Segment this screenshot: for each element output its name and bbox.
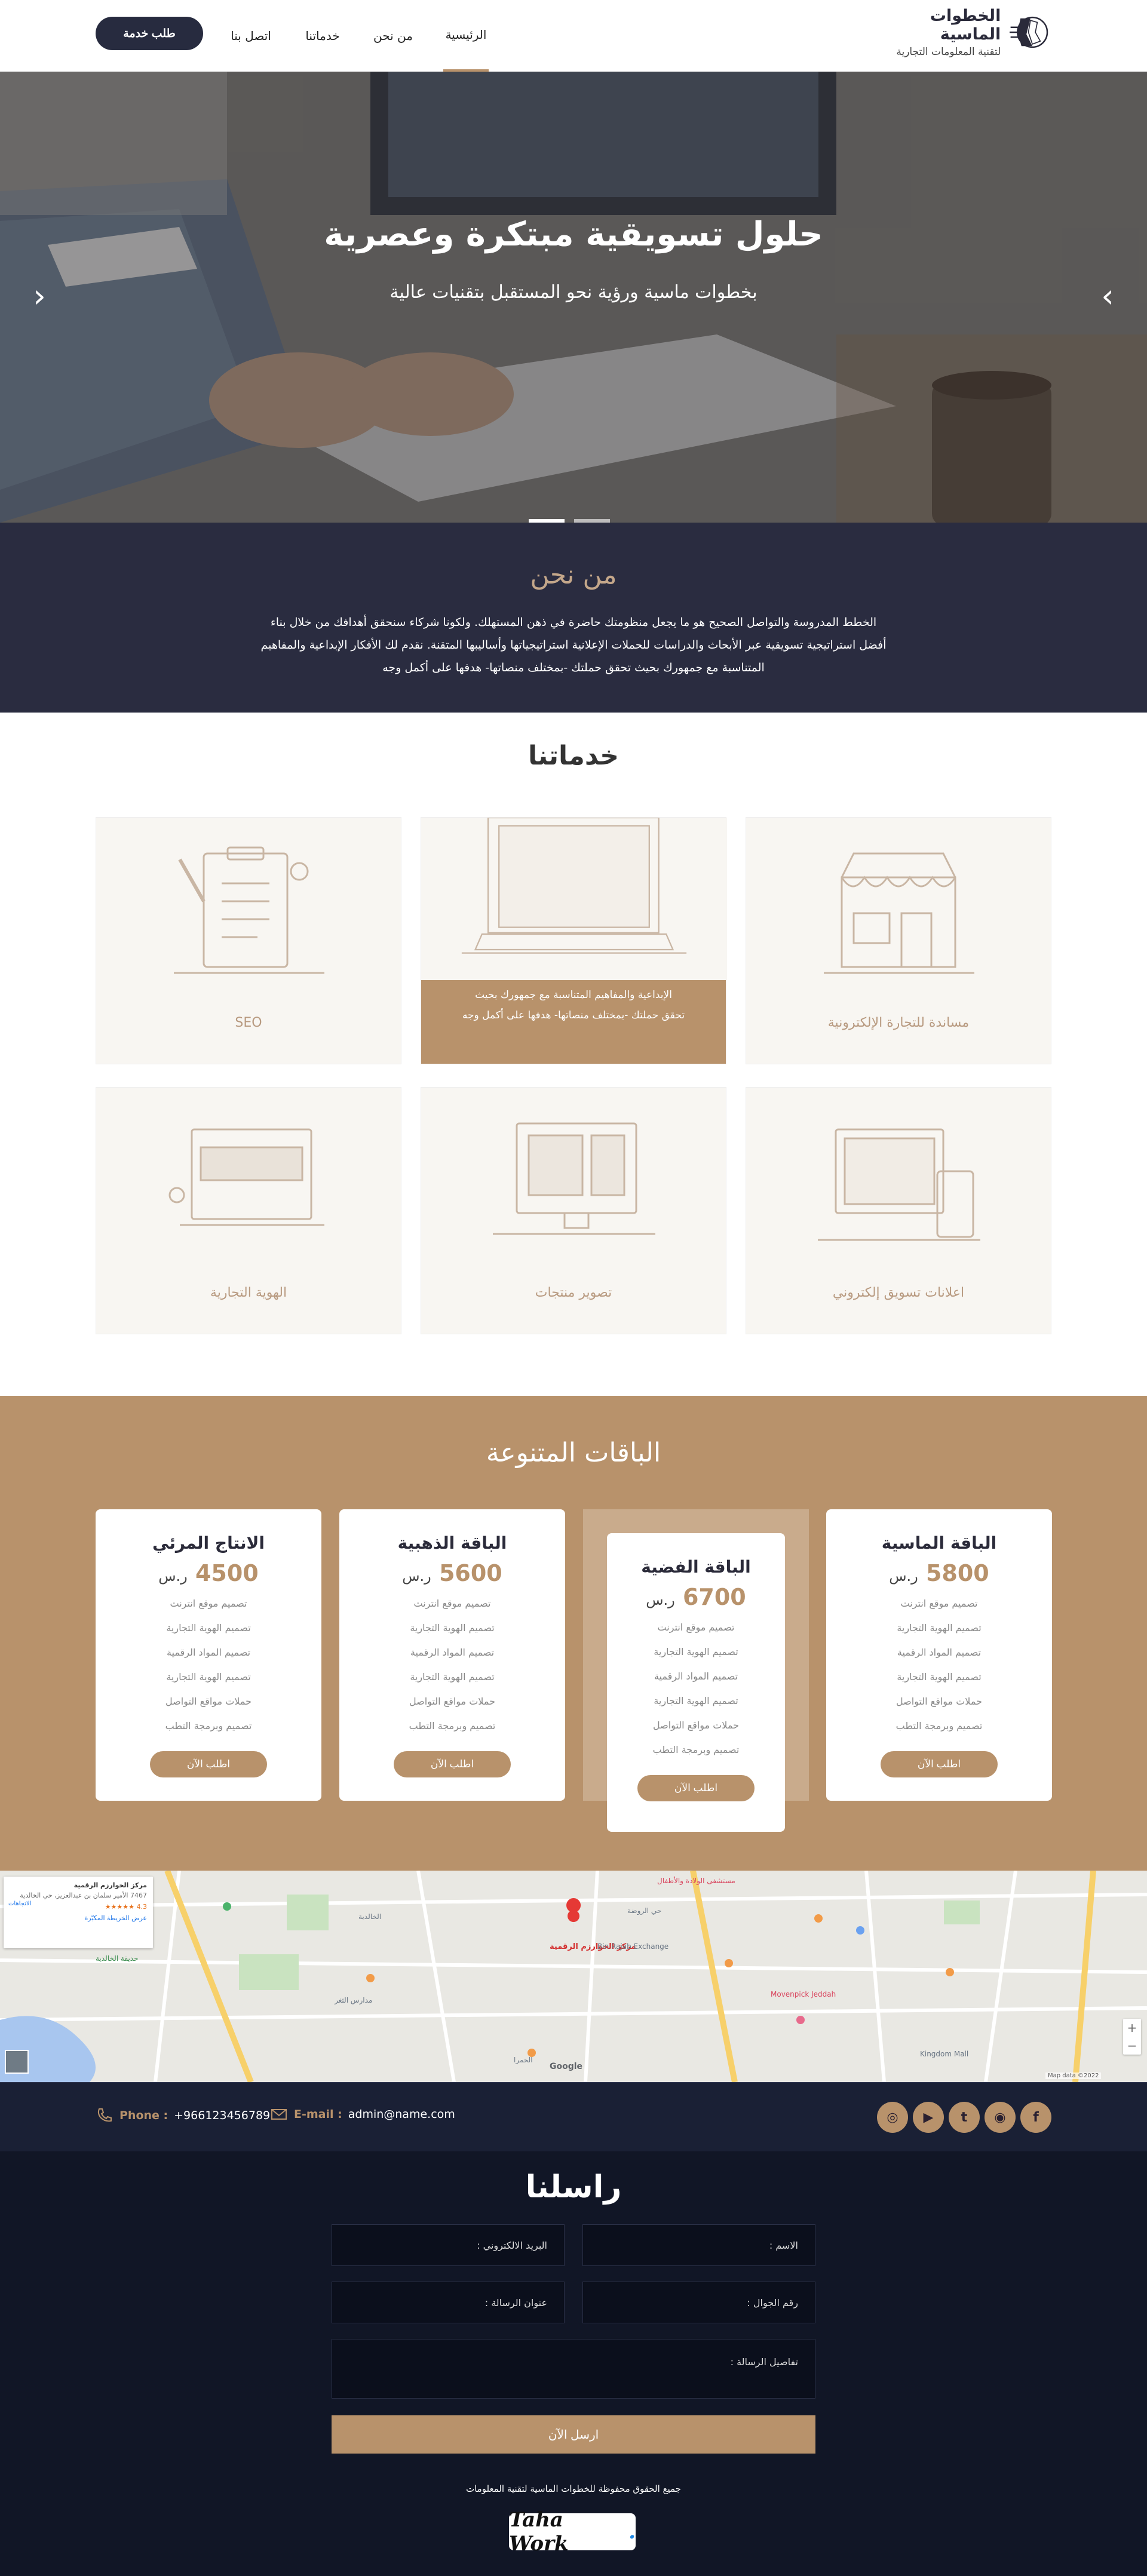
copyright-text: جميع الحقوق محفوظة للخطوات الماسية لتقني… bbox=[465, 2483, 682, 2494]
package-price: 6700 bbox=[682, 1584, 746, 1610]
zoom-in-button[interactable]: + bbox=[1127, 2021, 1137, 2035]
service-label: تصوير منتجات bbox=[535, 1285, 612, 1300]
request-service-button[interactable]: طلب خدمة bbox=[96, 17, 203, 50]
service-card-digital-ads[interactable]: اعلانات تسويق إلكتروني bbox=[746, 1087, 1051, 1334]
checklist-illustration-icon bbox=[174, 846, 324, 974]
zoom-out-button[interactable]: − bbox=[1127, 2038, 1137, 2053]
order-now-button[interactable]: اطلب الآن bbox=[394, 1751, 511, 1777]
contact-form-title: راسلنا bbox=[525, 2169, 622, 2205]
service-label: الهوية التجارية bbox=[210, 1285, 287, 1300]
nav-home[interactable]: الرئيسية bbox=[443, 0, 489, 72]
service-hover-text: الإبداعية والمفاهيم المتناسبة مع جمهورك … bbox=[462, 989, 685, 1021]
map-card-rating: 4.3 bbox=[136, 1903, 148, 1911]
phone-icon bbox=[97, 2108, 112, 2122]
service-label: SEO bbox=[235, 1015, 262, 1030]
logo-subtitle: لتقنية المعلومات التجارية bbox=[896, 46, 1001, 58]
nav-services[interactable]: خدماتنا bbox=[296, 0, 349, 72]
storefront-illustration-icon bbox=[824, 852, 974, 974]
package-name: الباقة الذهبية bbox=[397, 1533, 507, 1553]
facebook-icon[interactable]: f bbox=[1020, 2102, 1051, 2133]
package-card-video: الانتاج المرئي 4500 ر.س تصميم موقع انترن… bbox=[96, 1509, 321, 1801]
directions-icon[interactable]: الاتجاهات bbox=[8, 1900, 32, 1907]
order-now-button[interactable]: اطلب الآن bbox=[881, 1751, 998, 1777]
map-thumbnail[interactable] bbox=[5, 2050, 29, 2074]
map-zoom-controls[interactable]: + − bbox=[1123, 2019, 1141, 2055]
package-price: 4500 bbox=[195, 1560, 259, 1586]
map-card-link[interactable]: عرض الخريطة المكبّرة bbox=[10, 1914, 147, 1922]
subject-field[interactable]: عنوان الرسالة : bbox=[332, 2282, 565, 2323]
hero-subtitle: بخطوات ماسية ورؤية نحو المستقبل بتقنيات … bbox=[390, 282, 757, 303]
envelope-icon bbox=[271, 2109, 287, 2120]
email-address[interactable]: admin@name.com bbox=[348, 2108, 455, 2121]
branding-illustration-icon bbox=[168, 1128, 324, 1226]
service-card-ecommerce[interactable]: مساندة للتجارة الإلكترونية bbox=[746, 817, 1051, 1064]
send-button[interactable]: ارسل الآن bbox=[332, 2415, 815, 2454]
contact-bar: f ◉ t ▶ ◎ Phone : +966123456789 E-mail :… bbox=[0, 2082, 1147, 2151]
packages-title: الباقات المتنوعة bbox=[486, 1438, 661, 1468]
logo[interactable]: الخطوات الماسية لتقنية المعلومات التجاري… bbox=[887, 7, 1048, 58]
hero-title: حلول تسويقية مبتكرة وعصرية bbox=[324, 215, 823, 254]
package-name: الباقة الفضية bbox=[641, 1557, 751, 1577]
twitter-icon[interactable]: t bbox=[949, 2102, 980, 2133]
taha-work-badge[interactable]: Taha Work. bbox=[509, 2508, 636, 2556]
location-map[interactable]: مركز الخوارزم الرقمية الخالدية حي الروضة… bbox=[0, 1871, 1147, 2082]
chevron-right-icon[interactable]: › bbox=[1090, 277, 1125, 315]
service-card-branding[interactable]: الهوية التجارية bbox=[96, 1087, 401, 1334]
map-card-title: مركز الخوارزم الرقمية bbox=[73, 1881, 147, 1889]
service-label: مساندة للتجارة الإلكترونية bbox=[827, 1015, 970, 1030]
services-title: خدماتنا bbox=[528, 741, 619, 771]
phone-info: Phone : +966123456789 bbox=[96, 2107, 270, 2124]
package-price: 5800 bbox=[925, 1560, 989, 1586]
chevron-left-icon[interactable]: ‹ bbox=[22, 277, 57, 315]
map-card-address: 7467 الأمير سلمان بن عبدالعزيز، حي الخال… bbox=[20, 1892, 147, 1899]
package-price: 5600 bbox=[438, 1560, 502, 1586]
map-canvas[interactable] bbox=[0, 1871, 1147, 2082]
nav-contact[interactable]: اتصل بنا bbox=[224, 0, 278, 72]
map-info-card: مركز الخوارزم الرقمية 7467 الأمير سلمان … bbox=[4, 1877, 153, 1948]
service-card-product-photo[interactable]: تصوير منتجات bbox=[421, 1087, 726, 1334]
package-name: الانتاج المرئي bbox=[152, 1533, 265, 1553]
laptop-illustration-icon bbox=[421, 818, 727, 980]
snapchat-icon[interactable]: ◉ bbox=[985, 2102, 1016, 2133]
package-card-silver: الباقة الفضية 6700 ر.س تصميم موقع انترنت… bbox=[607, 1533, 785, 1832]
logo-title: الخطوات الماسية bbox=[930, 7, 1001, 44]
nav-about[interactable]: من نحن bbox=[363, 0, 423, 72]
mobile-field[interactable]: رقم الجوال : bbox=[582, 2282, 815, 2323]
hero-slider: حلول تسويقية مبتكرة وعصرية بخطوات ماسية … bbox=[0, 72, 1147, 523]
email-info: E-mail : admin@name.com bbox=[270, 2107, 455, 2122]
name-field[interactable]: الاسم : bbox=[582, 2224, 815, 2266]
about-title: من نحن bbox=[530, 560, 617, 590]
instagram-icon[interactable]: ◎ bbox=[877, 2102, 908, 2133]
service-card-hovered[interactable]: الإبداعية والمفاهيم المتناسبة مع جمهورك … bbox=[421, 817, 727, 1064]
package-name: الباقة الماسية bbox=[881, 1533, 997, 1553]
package-card-gold: الباقة الذهبية 5600 ر.س تصميم موقع انترن… bbox=[339, 1509, 565, 1801]
order-now-button[interactable]: اطلب الآن bbox=[150, 1751, 267, 1777]
devices-illustration-icon bbox=[818, 1128, 980, 1241]
package-card-diamond: الباقة الماسية 5800 ر.س تصميم موقع انترن… bbox=[826, 1509, 1052, 1801]
youtube-icon[interactable]: ▶ bbox=[913, 2102, 944, 2133]
contact-form-section: راسلنا الاسم : البريد الالكتروني : رقم ا… bbox=[0, 2151, 1147, 2576]
phone-number[interactable]: +966123456789 bbox=[174, 2109, 270, 2122]
monitor-illustration-icon bbox=[493, 1122, 655, 1235]
service-card-seo[interactable]: SEO bbox=[96, 817, 401, 1064]
message-field[interactable]: تفاصيل الرسالة : bbox=[332, 2339, 815, 2399]
about-section: من نحن الخطط المدروسة والتواصل الصحيح هو… bbox=[0, 523, 1147, 713]
diamond-logo-icon bbox=[1010, 16, 1048, 48]
about-text: الخطط المدروسة والتواصل الصحيح هو ما يجع… bbox=[260, 616, 887, 674]
email-field[interactable]: البريد الالكتروني : bbox=[332, 2224, 565, 2266]
site-header: الخطوات الماسية لتقنية المعلومات التجاري… bbox=[0, 0, 1147, 72]
order-now-button[interactable]: اطلب الآن bbox=[637, 1775, 755, 1801]
service-label: اعلانات تسويق إلكتروني bbox=[832, 1285, 965, 1300]
